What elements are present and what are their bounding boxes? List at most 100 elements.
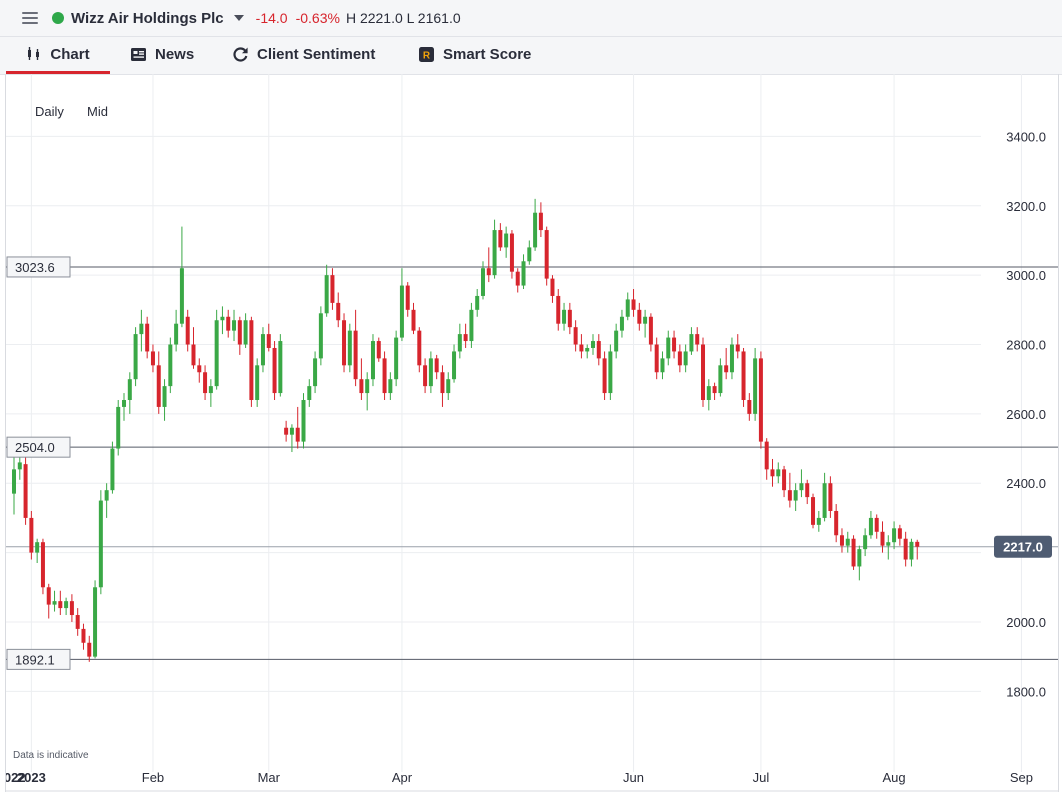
candle-body [168, 344, 173, 387]
candle-body [35, 542, 40, 553]
candle-body [347, 330, 352, 366]
candle-body [110, 448, 115, 491]
tab-news[interactable]: News [130, 37, 194, 71]
refresh-arrow-icon [232, 46, 249, 63]
candlestick-icon [26, 47, 42, 61]
candle-body [811, 497, 816, 525]
candle-body [787, 490, 792, 501]
reference-label: 1892.1 [15, 652, 55, 667]
candle-body [301, 400, 306, 442]
candle-body [12, 469, 16, 494]
candle-body [909, 541, 914, 560]
candle-body [886, 542, 891, 546]
candle-body [793, 490, 798, 501]
x-tick-label: Sep [1010, 770, 1033, 785]
candle-body [64, 601, 69, 609]
candle-body [834, 510, 839, 536]
market-open-status-icon [52, 12, 64, 24]
candle-body [839, 535, 844, 546]
candle-body [191, 344, 196, 366]
candle-body [857, 549, 862, 567]
candle-body [428, 358, 433, 387]
last-price-label: 2217.0 [1003, 540, 1043, 555]
candle-body [509, 233, 514, 272]
candle-body [805, 483, 810, 498]
candle-body [892, 528, 897, 543]
x-tick-label: Feb [142, 770, 164, 785]
candle-body [376, 341, 381, 359]
candle-body [226, 316, 231, 331]
candle-body [446, 379, 451, 394]
candle-body [104, 490, 109, 501]
candle-body [232, 320, 237, 331]
candle-body [573, 327, 578, 345]
y-tick-label: 2000.0 [1006, 615, 1046, 630]
candle-body [782, 469, 787, 491]
candle-body [828, 483, 833, 511]
candle-body [631, 299, 636, 310]
candle-body [307, 386, 312, 400]
candlestick-chart-svg[interactable]: 3400.03200.03000.02800.02600.02400.02200… [6, 74, 1058, 792]
hamburger-menu-icon[interactable] [22, 12, 38, 24]
candle-body [625, 299, 630, 317]
instrument-name[interactable]: Wizz Air Holdings Plc [71, 10, 224, 27]
candle-body [486, 268, 491, 276]
x-tick-label: Jul [753, 770, 770, 785]
candle-body [139, 323, 144, 335]
candle-body [289, 427, 294, 435]
y-tick-label: 1800.0 [1006, 684, 1046, 699]
smart-score-icon: R [418, 46, 435, 63]
candle-body [822, 483, 827, 518]
candle-body [365, 379, 370, 394]
tab-chart-label: Chart [50, 45, 90, 63]
candle-body [23, 464, 28, 518]
price-chart[interactable]: 3400.03200.03000.02800.02600.02400.02200… [5, 74, 1059, 792]
y-tick-label: 2800.0 [1006, 338, 1046, 353]
candle-body [394, 337, 399, 380]
candle-body [637, 309, 642, 324]
candle-body [40, 542, 45, 588]
candle-body [185, 316, 190, 345]
chevron-down-icon[interactable] [233, 15, 244, 21]
candle-body [295, 427, 300, 442]
tab-smart-score[interactable]: R Smart Score [418, 37, 531, 71]
tab-chart[interactable]: Chart [6, 37, 110, 74]
candle-body [388, 379, 393, 394]
candle-body [237, 320, 242, 345]
candle-body [75, 615, 80, 629]
candle-body [208, 386, 213, 394]
candle-body [683, 351, 688, 366]
candle-body [596, 341, 601, 359]
tab-client-sentiment[interactable]: Client Sentiment [232, 37, 375, 71]
candle-body [729, 344, 734, 373]
price-type-selector[interactable]: Mid [87, 104, 108, 119]
candle-body [145, 323, 150, 352]
tab-client-sentiment-label: Client Sentiment [257, 45, 376, 63]
candle-body [706, 386, 711, 400]
candle-body [533, 212, 538, 248]
tab-bar: Chart News Client Sentiment R Smart Scor… [0, 37, 1062, 75]
candle-body [556, 295, 561, 324]
reference-label: 3023.6 [15, 260, 55, 275]
candle-body [370, 341, 375, 380]
candle-body [689, 334, 694, 352]
candle-body [197, 365, 202, 373]
candle-body [614, 330, 619, 352]
candle-body [915, 541, 920, 547]
candle-body [127, 379, 132, 400]
candle-body [660, 358, 665, 373]
candle-body [122, 400, 127, 407]
data-indicative-note: Data is indicative [13, 750, 89, 761]
y-tick-label: 3200.0 [1006, 199, 1046, 214]
candle-body [498, 230, 503, 248]
candle-body [434, 358, 439, 373]
interval-selector[interactable]: Daily [35, 104, 64, 119]
x-tick-label: Jun [623, 770, 644, 785]
candle-body [585, 347, 590, 352]
candle-body [741, 351, 746, 400]
candle-body [98, 500, 103, 588]
candle-body [672, 337, 677, 352]
candle-body [527, 247, 532, 262]
candle-body [313, 358, 318, 387]
tab-news-label: News [155, 45, 195, 63]
